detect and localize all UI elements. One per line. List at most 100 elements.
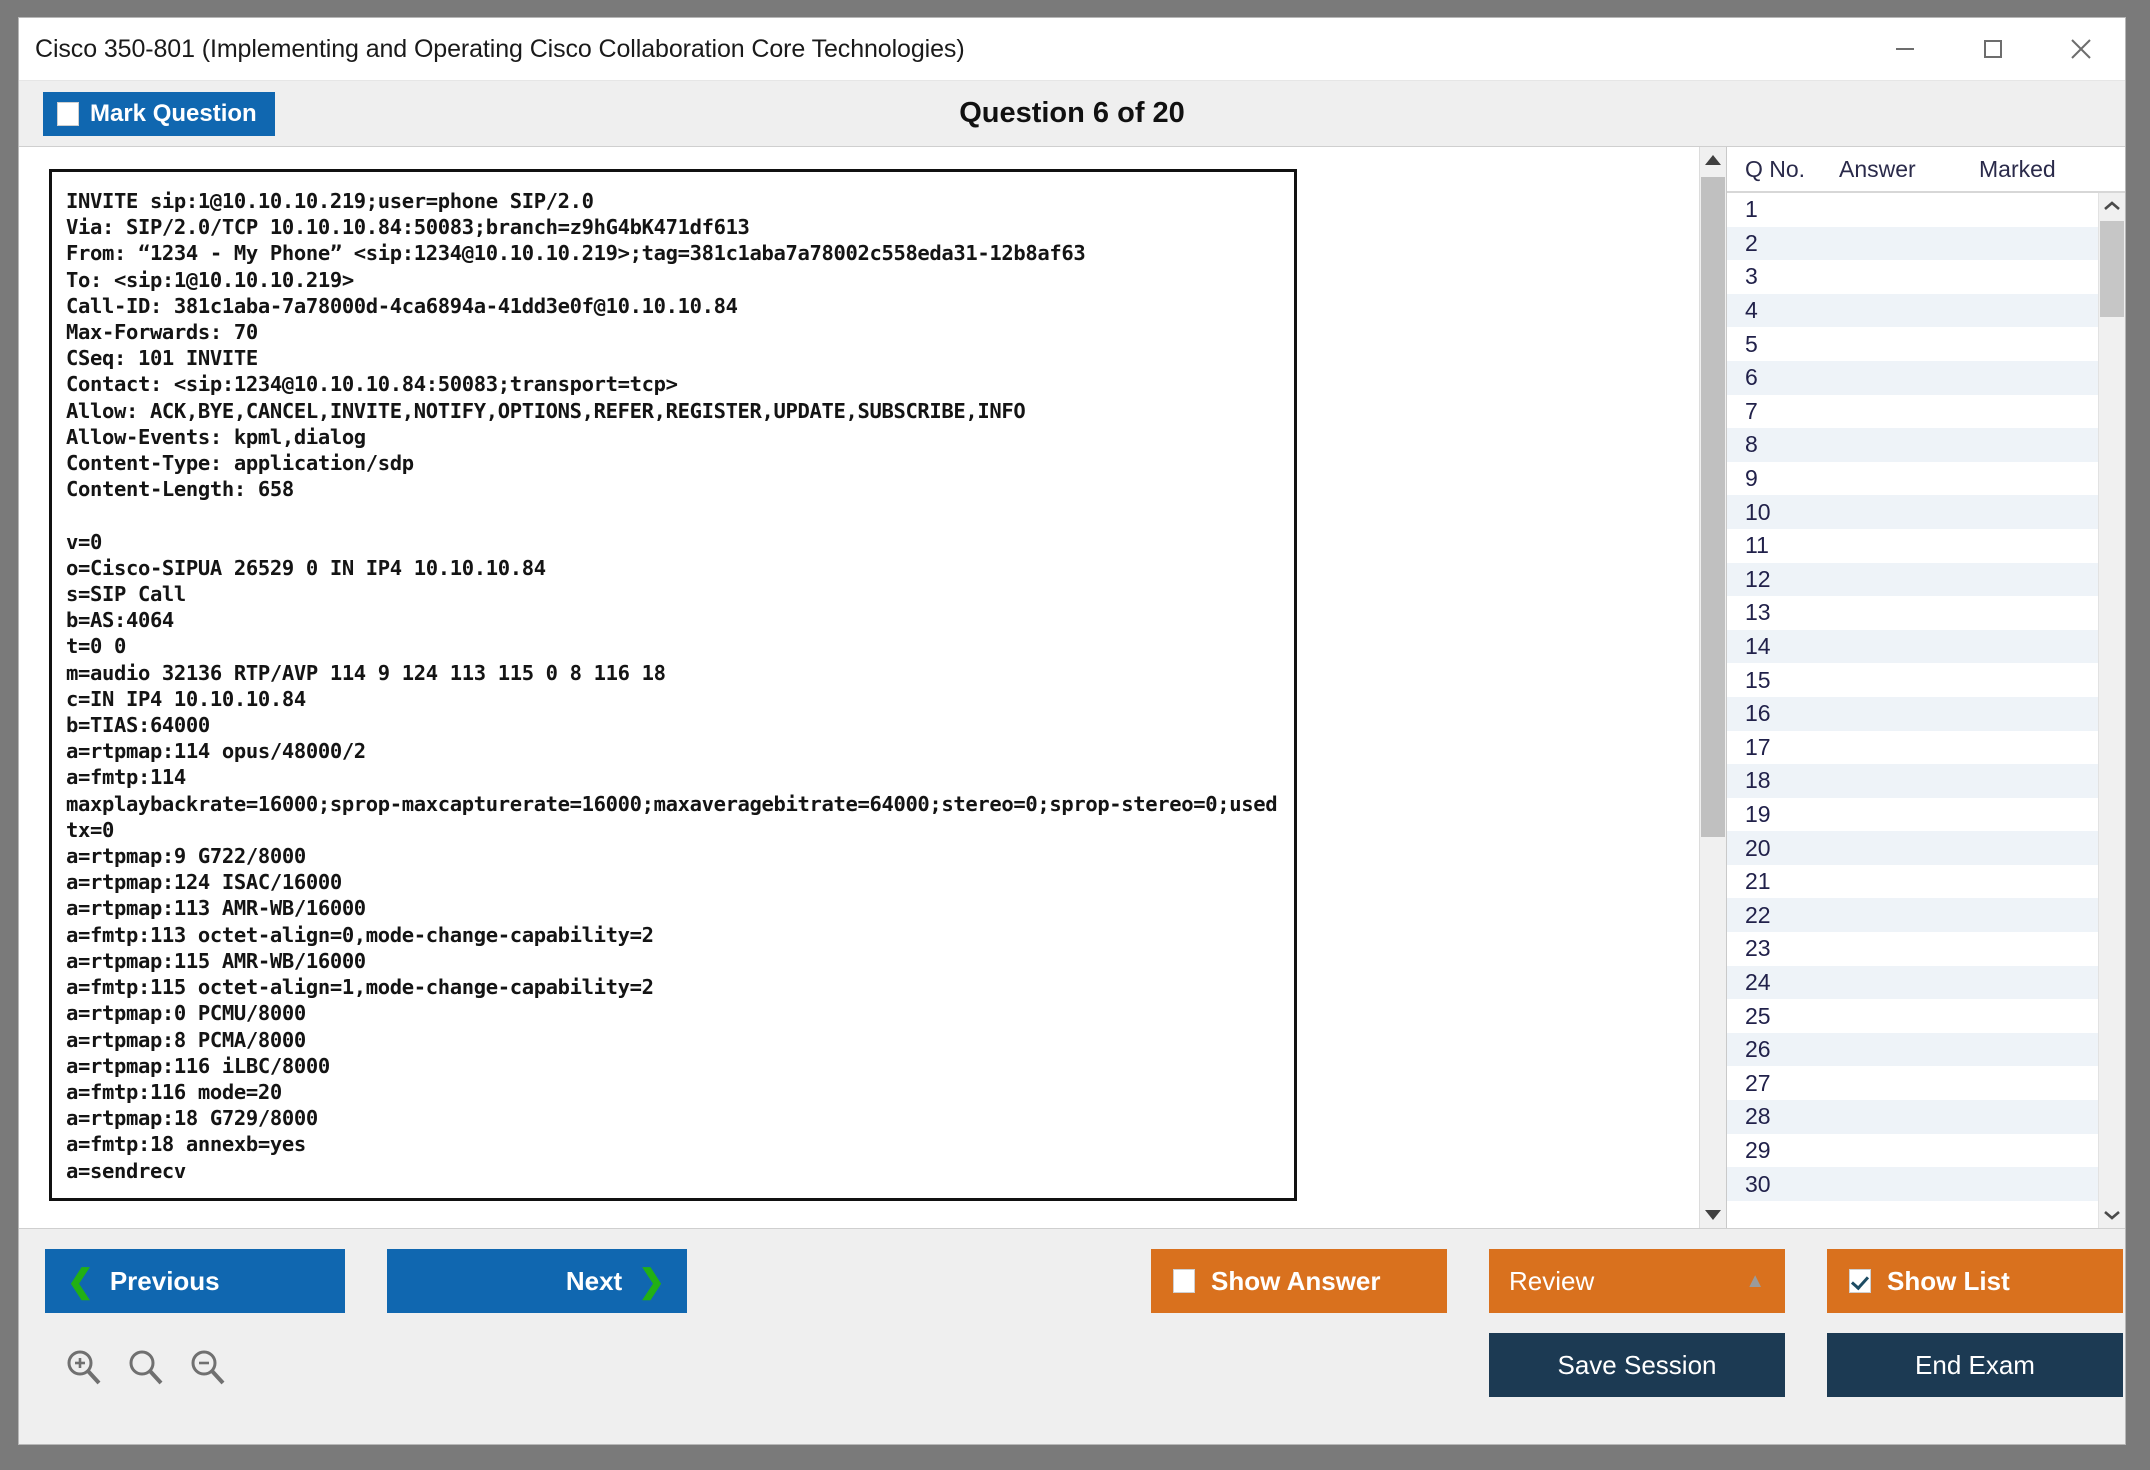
question-list-row[interactable]: 15 xyxy=(1727,663,2098,697)
show-list-button[interactable]: Show List xyxy=(1827,1249,2123,1313)
question-list-row[interactable]: 13 xyxy=(1727,596,2098,630)
question-number-cell: 23 xyxy=(1727,935,1834,962)
question-list-scrollbar[interactable] xyxy=(2098,193,2125,1228)
question-counter: Question 6 of 20 xyxy=(19,97,2125,130)
qlist-scrollbar-thumb[interactable] xyxy=(2100,221,2124,317)
qlist-scroll-up-button[interactable] xyxy=(2099,193,2125,219)
maximize-icon xyxy=(1978,34,2008,64)
zoom-out-icon xyxy=(187,1347,229,1389)
question-number-cell: 16 xyxy=(1727,700,1834,727)
chevron-right-icon: ❯ xyxy=(638,1265,665,1297)
question-list-header: Q No. Answer Marked xyxy=(1727,147,2125,193)
zoom-reset-button[interactable] xyxy=(125,1347,167,1389)
question-number-cell: 11 xyxy=(1727,532,1834,559)
question-list-body: 1234567891011121314151617181920212223242… xyxy=(1727,193,2125,1228)
question-list-row[interactable]: 11 xyxy=(1727,529,2098,563)
question-list-row[interactable]: 27 xyxy=(1727,1066,2098,1100)
question-number-cell: 4 xyxy=(1727,297,1834,324)
zoom-reset-icon xyxy=(125,1347,167,1389)
chevron-down-icon xyxy=(1704,1209,1722,1221)
show-list-checkbox[interactable] xyxy=(1849,1269,1871,1293)
question-list-row[interactable]: 30 xyxy=(1727,1167,2098,1201)
question-number-cell: 2 xyxy=(1727,230,1834,257)
question-list-row[interactable]: 24 xyxy=(1727,966,2098,1000)
question-number-cell: 22 xyxy=(1727,902,1834,929)
question-list-row[interactable]: 2 xyxy=(1727,227,2098,261)
question-list-row[interactable]: 14 xyxy=(1727,630,2098,664)
question-list-row[interactable]: 16 xyxy=(1727,697,2098,731)
content-scrollbar-thumb[interactable] xyxy=(1701,177,1725,837)
save-session-button[interactable]: Save Session xyxy=(1489,1333,1785,1397)
zoom-out-button[interactable] xyxy=(187,1347,229,1389)
show-answer-button[interactable]: Show Answer xyxy=(1151,1249,1447,1313)
question-list-row[interactable]: 23 xyxy=(1727,932,2098,966)
show-answer-label: Show Answer xyxy=(1211,1266,1381,1297)
column-header-answer: Answer xyxy=(1839,156,1979,183)
zoom-in-icon xyxy=(63,1347,105,1389)
question-list-row[interactable]: 17 xyxy=(1727,731,2098,765)
close-button[interactable] xyxy=(2037,18,2125,80)
exam-window: Cisco 350-801 (Implementing and Operatin… xyxy=(18,17,2126,1445)
question-number-cell: 7 xyxy=(1727,398,1834,425)
question-list-row[interactable]: 8 xyxy=(1727,428,2098,462)
question-list-row[interactable]: 18 xyxy=(1727,764,2098,798)
sip-message-box: INVITE sip:1@10.10.10.219;user=phone SIP… xyxy=(49,169,1297,1201)
question-number-cell: 5 xyxy=(1727,331,1834,358)
content-scrollbar[interactable] xyxy=(1699,147,1726,1228)
review-dropdown-button[interactable]: Review ▲ xyxy=(1489,1249,1785,1313)
question-list-row[interactable]: 4 xyxy=(1727,294,2098,328)
question-number-cell: 28 xyxy=(1727,1103,1834,1130)
previous-button[interactable]: ❮ Previous xyxy=(45,1249,345,1313)
mark-question-checkbox[interactable] xyxy=(57,102,79,126)
question-list-row[interactable]: 3 xyxy=(1727,260,2098,294)
column-header-qno: Q No. xyxy=(1727,156,1839,183)
question-list-row[interactable]: 5 xyxy=(1727,327,2098,361)
content-scroll-up-button[interactable] xyxy=(1700,147,1726,173)
question-list-row[interactable]: 25 xyxy=(1727,999,2098,1033)
question-list-row[interactable]: 20 xyxy=(1727,831,2098,865)
question-list-row[interactable]: 21 xyxy=(1727,865,2098,899)
question-number-cell: 15 xyxy=(1727,667,1834,694)
next-button-label: Next xyxy=(566,1266,622,1297)
question-list-row[interactable]: 22 xyxy=(1727,898,2098,932)
question-list-rows: 1234567891011121314151617181920212223242… xyxy=(1727,193,2098,1228)
maximize-button[interactable] xyxy=(1949,18,2037,80)
show-answer-checkbox[interactable] xyxy=(1173,1269,1195,1293)
content-scroll-down-button[interactable] xyxy=(1700,1202,1726,1228)
sip-message-text: INVITE sip:1@10.10.10.219;user=phone SIP… xyxy=(52,172,1294,1184)
end-exam-label: End Exam xyxy=(1915,1350,2035,1381)
zoom-in-button[interactable] xyxy=(63,1347,105,1389)
question-list-row[interactable]: 7 xyxy=(1727,395,2098,429)
question-list-row[interactable]: 28 xyxy=(1727,1100,2098,1134)
minimize-button[interactable] xyxy=(1861,18,1949,80)
question-list-row[interactable]: 26 xyxy=(1727,1033,2098,1067)
question-number-cell: 17 xyxy=(1727,734,1834,761)
minimize-icon xyxy=(1890,34,1920,64)
next-button[interactable]: Next ❯ xyxy=(387,1249,687,1313)
question-list-row[interactable]: 6 xyxy=(1727,361,2098,395)
question-number-cell: 21 xyxy=(1727,868,1834,895)
question-number-cell: 30 xyxy=(1727,1171,1834,1198)
window-title: Cisco 350-801 (Implementing and Operatin… xyxy=(19,35,965,64)
question-number-cell: 24 xyxy=(1727,969,1834,996)
question-number-cell: 18 xyxy=(1727,767,1834,794)
chevron-down-icon xyxy=(2102,1209,2122,1221)
mark-question-button[interactable]: Mark Question xyxy=(43,92,275,136)
question-list-row[interactable]: 12 xyxy=(1727,563,2098,597)
mark-question-label: Mark Question xyxy=(90,100,257,128)
question-number-cell: 25 xyxy=(1727,1003,1834,1030)
zoom-controls xyxy=(63,1347,229,1389)
question-list-row[interactable]: 1 xyxy=(1727,193,2098,227)
end-exam-button[interactable]: End Exam xyxy=(1827,1333,2123,1397)
question-list-row[interactable]: 19 xyxy=(1727,798,2098,832)
previous-button-label: Previous xyxy=(110,1266,220,1297)
qlist-scroll-down-button[interactable] xyxy=(2099,1202,2125,1228)
question-list-row[interactable]: 9 xyxy=(1727,462,2098,496)
question-list-panel: Q No. Answer Marked 12345678910111213141… xyxy=(1726,147,2125,1228)
question-list-row[interactable]: 10 xyxy=(1727,495,2098,529)
question-list-row[interactable]: 29 xyxy=(1727,1134,2098,1168)
caret-up-icon: ▲ xyxy=(1745,1271,1765,1291)
question-number-cell: 13 xyxy=(1727,599,1834,626)
save-session-label: Save Session xyxy=(1558,1350,1717,1381)
question-number-cell: 9 xyxy=(1727,465,1834,492)
